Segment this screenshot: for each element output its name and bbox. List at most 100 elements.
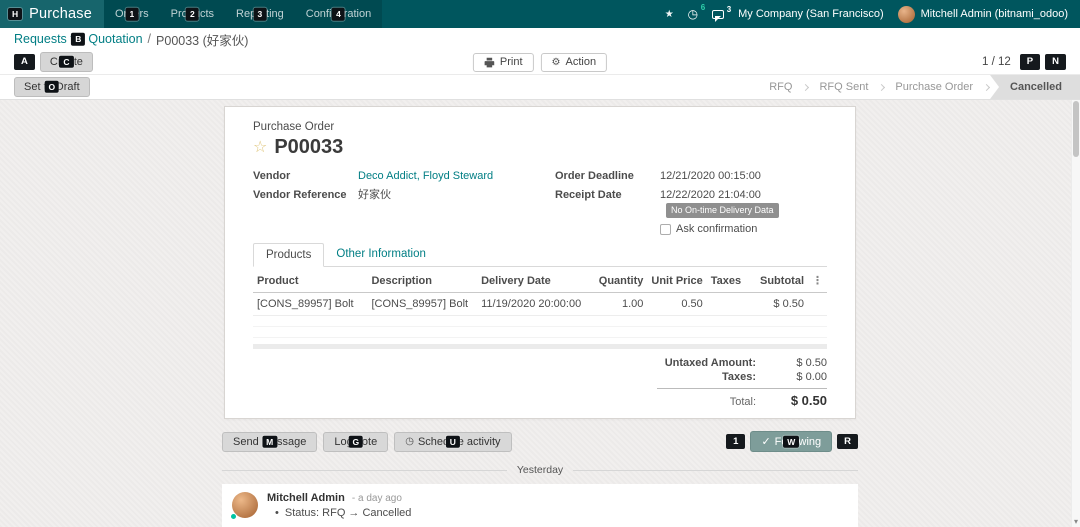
printer-icon — [484, 57, 495, 67]
action-menu-button[interactable]: ⚙ Action — [540, 52, 608, 72]
stage-purchase-order[interactable]: Purchase Order — [885, 75, 983, 99]
menu-configuration[interactable]: Configuration 4 — [295, 0, 382, 28]
order-deadline-label: Order Deadline — [555, 170, 634, 182]
col-header-description[interactable]: Description — [367, 269, 478, 294]
followers-button[interactable]: R — [837, 433, 858, 450]
purchase-order-sheet: Purchase Order ☆ P00033 Vendor Deco Addi… — [224, 106, 856, 420]
order-deadline-value: 12/21/2020 00:15:00 — [660, 170, 761, 182]
message-author-avatar — [230, 492, 258, 521]
message-author[interactable]: Mitchell Admin — [267, 492, 345, 504]
cell-product[interactable]: [CONS_89957] Bolt — [253, 292, 368, 317]
optional-columns-icon[interactable]: ⋮ — [808, 269, 827, 294]
form-view-area: Purchase Order ☆ P00033 Vendor Deco Addi… — [0, 100, 1080, 527]
send-message-button[interactable]: Send Message M — [222, 431, 318, 452]
day-divider-yesterday: Yesterday — [222, 464, 858, 476]
chatter: Send Message M Log note G ◷ Schedule act… — [222, 431, 858, 527]
star-systray-button[interactable]: ★ — [665, 9, 674, 20]
message-count-badge: 3 — [726, 4, 732, 14]
empty-cell — [253, 315, 827, 328]
vendor-value-link[interactable]: Deco Addict, Floyd Steward — [358, 169, 493, 184]
vendor-reference-value: 好家伙 — [358, 188, 391, 201]
vendor-reference-label: Vendor Reference — [253, 188, 347, 201]
message-timestamp: - a day ago — [351, 493, 402, 505]
online-status-dot — [230, 513, 237, 521]
check-icon: ✓ — [761, 436, 771, 449]
activities-button[interactable]: ◷ 6 — [687, 3, 705, 21]
message-body: Status: RFQ → Cancelled — [284, 507, 412, 520]
create-button[interactable]: Create C — [39, 51, 93, 73]
top-navbar: H Purchase Orders 1 Products 2 Reporting… — [0, 0, 1080, 28]
statusbar: RFQ RFQ Sent Purchase Order Cancelled — [759, 75, 1080, 99]
menu-reporting[interactable]: Reporting 3 — [225, 0, 295, 28]
pager-previous-button[interactable]: P — [1019, 54, 1041, 70]
table-footer-strip — [253, 344, 827, 350]
empty-cell — [253, 326, 827, 339]
stage-rfq-sent[interactable]: RFQ Sent — [809, 75, 878, 99]
vertical-scrollbar: ▾ — [1071, 100, 1080, 527]
tab-products[interactable]: Products — [253, 243, 325, 268]
day-divider-yesterday-label: Yesterday — [516, 464, 564, 477]
empty-row — [253, 326, 827, 339]
breadcrumb-parent-link[interactable]: Requests for Quotation B — [14, 32, 143, 46]
menu-orders-label: Orders — [115, 8, 149, 20]
menu-orders[interactable]: Orders 1 — [104, 0, 160, 28]
menu-reporting-label: Reporting — [236, 8, 284, 20]
print-button[interactable]: Print — [472, 52, 534, 72]
pager-next-button[interactable]: N — [1045, 54, 1066, 70]
chatter-message: Mitchell Admin - a day ago • Status: RFQ… — [222, 484, 858, 527]
col-header-delivery-date[interactable]: Delivery Date — [477, 269, 586, 294]
edit-button[interactable]: A — [14, 54, 35, 70]
receipt-date-text: 12/22/2020 21:04:00 — [660, 188, 761, 201]
clock-icon: ◷ — [405, 435, 414, 447]
systray: ★ ◷ 6 3 My Company (San Francisco) Mitch… — [665, 0, 1080, 28]
menu-configuration-label: Configuration — [305, 8, 372, 20]
user-menu[interactable]: Mitchell Admin (bitnami_odoo) — [897, 5, 1068, 23]
scroll-down-arrow-icon[interactable]: ▾ — [1072, 518, 1080, 526]
breadcrumb-parent-label: Requests for Quotation — [14, 32, 143, 46]
print-button-label: Print — [499, 56, 523, 68]
breadcrumb-separator: / — [147, 32, 152, 46]
attachments-button[interactable]: 1 — [726, 433, 746, 450]
scrollbar-thumb[interactable] — [1073, 101, 1079, 157]
order-lines-table: Product Description Delivery Date Quanti… — [253, 269, 827, 339]
chat-bubble-icon — [712, 9, 725, 22]
left-field-group: Vendor Deco Addict, Floyd Steward Vendor… — [253, 169, 525, 235]
company-switcher[interactable]: My Company (San Francisco) — [738, 8, 884, 20]
menu-products[interactable]: Products 2 — [160, 0, 225, 28]
messages-button[interactable]: 3 — [712, 5, 731, 22]
cell-unit-price[interactable]: 0.50 — [647, 292, 707, 317]
menu-products-label: Products — [170, 8, 215, 20]
set-to-draft-button[interactable]: Set to Draft O — [14, 76, 90, 98]
totals-divider — [657, 388, 827, 390]
pager-value: 1 / 12 — [982, 56, 1011, 68]
chevron-right-icon — [878, 83, 886, 91]
following-button[interactable]: ✓ Following W — [750, 431, 833, 453]
schedule-activity-button[interactable]: ◷ Schedule activity U — [394, 431, 512, 452]
stage-rfq[interactable]: RFQ — [759, 75, 802, 99]
ask-confirmation-checkbox[interactable] — [660, 223, 671, 235]
user-name: Mitchell Admin (bitnami_odoo) — [920, 8, 1068, 20]
log-note-button[interactable]: Log note G — [323, 431, 389, 452]
home-menu-button[interactable]: H Purchase — [0, 0, 104, 28]
cell-quantity[interactable]: 1.00 — [585, 292, 648, 317]
col-header-product[interactable]: Product — [253, 269, 368, 294]
following-label: Following — [774, 435, 822, 448]
favorite-star-icon[interactable]: ☆ — [253, 139, 267, 156]
stage-cancelled[interactable]: Cancelled — [990, 75, 1080, 99]
col-header-taxes[interactable]: Taxes — [706, 269, 747, 294]
col-header-quantity[interactable]: Quantity — [585, 269, 648, 294]
order-line-row[interactable]: [CONS_89957] Bolt [CONS_89957] Bolt 11/1… — [253, 292, 827, 317]
cell-blank — [808, 292, 827, 317]
cell-taxes[interactable] — [706, 292, 747, 317]
activity-clock-icon: ◷ — [687, 7, 699, 21]
cell-delivery-date[interactable]: 11/19/2020 20:00:00 — [477, 292, 586, 317]
total-label: Total: — [729, 396, 756, 409]
order-reference: P00033 — [274, 136, 344, 158]
activity-count-badge: 6 — [700, 3, 706, 12]
col-header-unit-price[interactable]: Unit Price — [647, 269, 707, 294]
cell-description[interactable]: [CONS_89957] Bolt — [367, 292, 478, 317]
col-header-subtotal[interactable]: Subtotal — [746, 269, 808, 294]
control-panel: A Create C Print ⚙ Action 1 / 12 P N — [0, 50, 1080, 75]
tab-other-information[interactable]: Other Information — [324, 243, 437, 266]
cell-subtotal[interactable]: $ 0.50 — [746, 292, 808, 317]
